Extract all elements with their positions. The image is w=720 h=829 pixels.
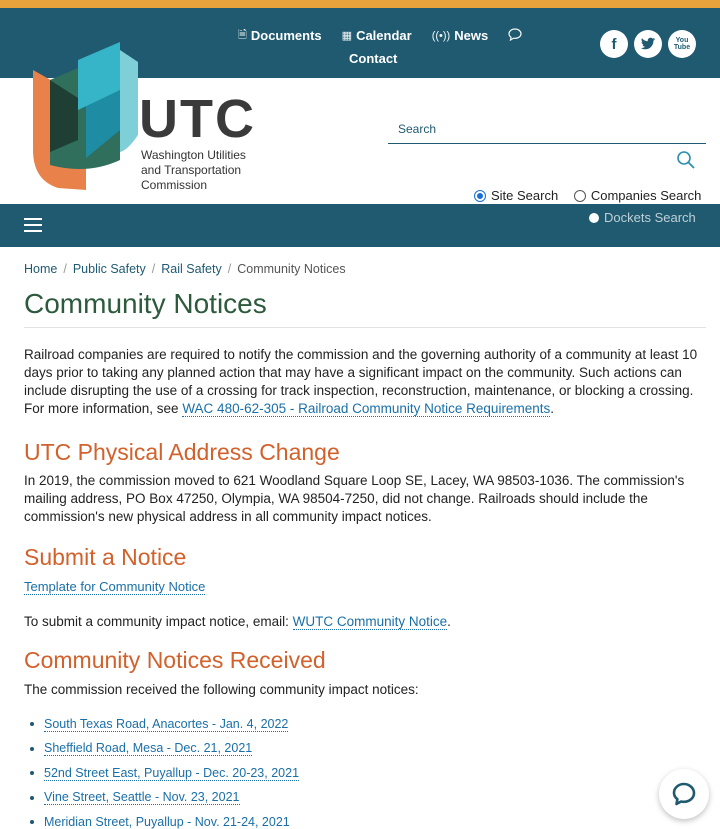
- radio-site-search[interactable]: Site Search: [474, 188, 558, 203]
- email-notice-link[interactable]: WUTC Community Notice: [292, 614, 448, 630]
- bullet-icon: [30, 795, 34, 800]
- chat-bubble-icon: [672, 782, 696, 806]
- bullet-icon: [30, 722, 34, 727]
- nav-news-link[interactable]: ((•)) News: [432, 28, 488, 43]
- template-link-row: Template for Community Notice: [24, 578, 710, 596]
- search-input[interactable]: Search: [398, 122, 436, 136]
- calendar-icon: ▦: [341, 30, 353, 42]
- list-item: 52nd Street East, Puyallup - Dec. 20-23,…: [30, 761, 300, 786]
- twitter-icon[interactable]: [634, 30, 662, 58]
- nav-documents-label: Documents: [250, 28, 322, 43]
- facebook-icon[interactable]: f: [600, 30, 628, 58]
- notice-link[interactable]: Sheffield Road, Mesa - Dec. 21, 2021: [44, 741, 253, 757]
- nav-contact-link[interactable]: Contact: [349, 51, 397, 66]
- intro-end: .: [550, 401, 554, 416]
- nav-calendar-label: Calendar: [356, 28, 412, 43]
- radio-companies-search-label: Companies Search: [590, 188, 702, 203]
- breadcrumb-home[interactable]: Home: [24, 262, 57, 276]
- breadcrumb-public-safety[interactable]: Public Safety: [73, 262, 146, 276]
- radio-dockets-search[interactable]: Dockets Search: [589, 210, 696, 225]
- utc-logo-mark[interactable]: [28, 40, 138, 195]
- search-scope-options: Site Search Companies Search: [462, 188, 701, 205]
- address-paragraph: In 2019, the commission moved to 621 Woo…: [24, 473, 685, 524]
- radio-companies-search[interactable]: Companies Search: [573, 188, 702, 203]
- address-heading: UTC Physical Address Change: [24, 439, 340, 465]
- nav-calendar-link[interactable]: ▦ Calendar: [342, 28, 412, 43]
- top-navigation: 🗎 Documents ▦ Calendar ((•)) News Contac…: [238, 26, 538, 66]
- notice-link[interactable]: South Texas Road, Anacortes - Jan. 4, 20…: [44, 717, 289, 732]
- notice-link[interactable]: Vine Street, Seattle - Nov. 23, 2021: [44, 790, 240, 806]
- breadcrumb-separator: /: [227, 262, 232, 276]
- nav-news-label: News: [454, 28, 489, 43]
- breadcrumb: Home / Public Safety / Rail Safety / Community…: [24, 262, 346, 276]
- chat-launcher-button[interactable]: [659, 769, 709, 819]
- search-icon[interactable]: [676, 150, 696, 170]
- youtube-icon[interactable]: You Tube: [668, 30, 696, 58]
- submit-paragraph: To submit a community impact notice, ema…: [24, 613, 710, 631]
- list-item: South Texas Road, Anacortes - Jan. 4, 20…: [30, 712, 299, 737]
- title-divider: [24, 327, 706, 328]
- hamburger-menu-icon[interactable]: [24, 218, 42, 232]
- nav-contact-label: Contact: [349, 51, 398, 66]
- page-title: Community Notices: [24, 288, 267, 319]
- brand-name: UTC: [139, 89, 256, 149]
- radio-unselected-icon: [573, 189, 586, 202]
- document-icon: 🗎: [238, 29, 247, 41]
- top-accent-bar: [0, 0, 720, 8]
- notice-link[interactable]: 52nd Street East, Puyallup - Dec. 20-23,…: [44, 766, 300, 781]
- radio-selected-icon: [474, 189, 486, 202]
- received-heading: Community Notices Received: [24, 647, 326, 673]
- nav-documents-link[interactable]: 🗎 Documents: [238, 26, 322, 45]
- radio-site-search-label: Site Search: [491, 188, 559, 203]
- brand-subtitle: Washington Utilities and Transportation …: [141, 148, 246, 193]
- template-link[interactable]: Template for Community Notice: [24, 579, 206, 595]
- radio-dockets-search-label: Dockets Search: [604, 210, 696, 225]
- bullet-icon: [30, 746, 34, 751]
- breadcrumb-rail-safety[interactable]: Rail Safety: [161, 262, 221, 276]
- bullet-icon: [30, 820, 34, 825]
- list-item: Vine Street, Seattle - Nov. 23, 2021: [30, 786, 299, 811]
- speech-bubble-icon[interactable]: [508, 27, 522, 44]
- submit-heading: Submit a Notice: [24, 544, 187, 570]
- intro-paragraph: Railroad companies are required to notif…: [24, 346, 710, 418]
- notice-link[interactable]: Meridian Street, Puyallup - Nov. 21-24, …: [44, 815, 290, 829]
- breadcrumb-separator: /: [151, 262, 156, 276]
- social-links: f You Tube: [600, 30, 696, 58]
- notices-list: South Texas Road, Anacortes - Jan. 4, 20…: [30, 712, 300, 829]
- youtube-label-bottom: Tube: [673, 44, 691, 51]
- youtube-label-top: You: [675, 37, 689, 44]
- brand-line-3: Commission: [141, 178, 208, 192]
- breadcrumb-separator: /: [63, 262, 67, 276]
- list-item: Sheffield Road, Mesa - Dec. 21, 2021: [30, 737, 299, 762]
- breadcrumb-current: Community Notices: [237, 262, 346, 276]
- received-paragraph: The commission received the following co…: [24, 682, 419, 697]
- bullet-icon: [30, 771, 34, 776]
- submit-text: To submit a community impact notice, ema…: [24, 614, 293, 629]
- wac-rule-link[interactable]: WAC 480-62-305 - Railroad Community Noti…: [182, 401, 551, 417]
- brand-line-1: Washington Utilities: [141, 148, 246, 162]
- brand-line-2: and Transportation: [141, 163, 242, 177]
- list-item: Meridian Street, Puyallup - Nov. 21-24, …: [30, 810, 299, 829]
- submit-end: .: [447, 614, 451, 629]
- broadcast-icon: ((•)): [431, 29, 451, 42]
- search-underline: [388, 143, 706, 144]
- radio-unselected-icon: [589, 212, 599, 223]
